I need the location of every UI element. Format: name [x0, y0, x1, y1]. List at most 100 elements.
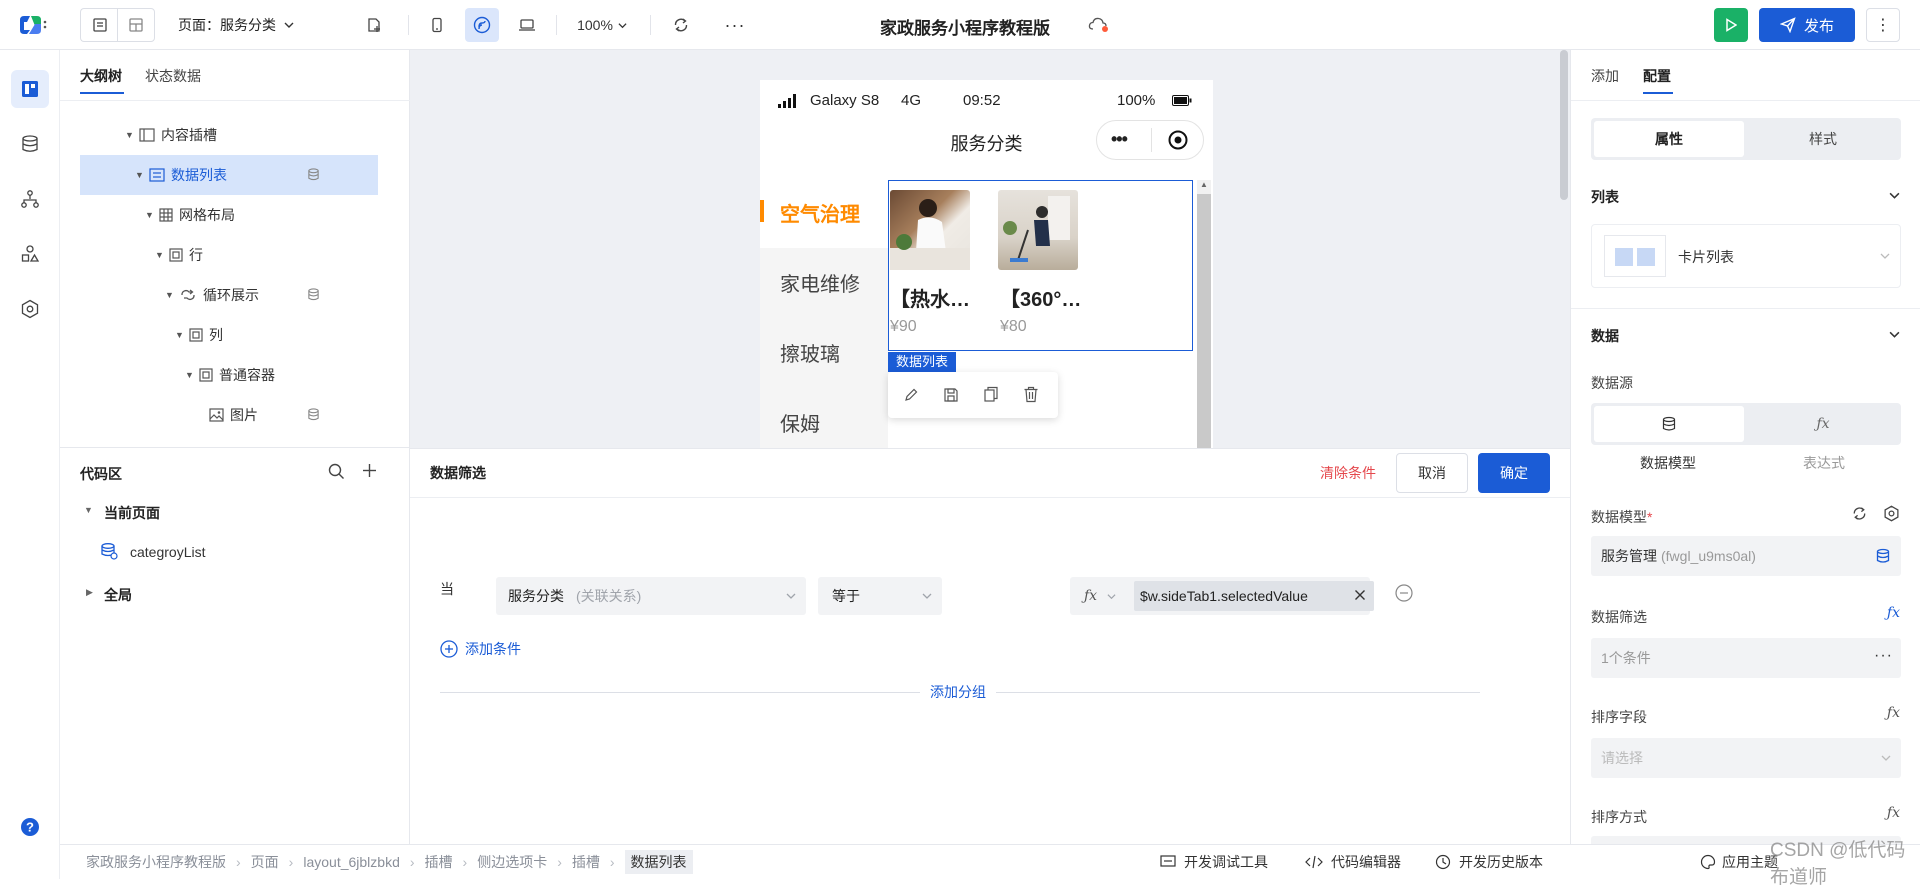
copy-icon[interactable] — [983, 386, 999, 403]
list-type-select[interactable]: 卡片列表 — [1591, 224, 1901, 288]
code-item-categroylist[interactable]: categroyList — [130, 544, 205, 560]
loop-icon — [179, 288, 197, 302]
outline-panel-icon[interactable] — [11, 70, 49, 108]
breadcrumb-item[interactable]: 侧边选项卡 — [477, 852, 547, 872]
tab-config[interactable]: 配置 — [1643, 66, 1671, 86]
condition-field-select[interactable]: 服务分类 (关联关系) — [496, 577, 806, 615]
add-condition-button[interactable]: 添加条件 — [440, 639, 521, 659]
datasource-model-option[interactable] — [1594, 406, 1744, 442]
code-editor-button[interactable]: 代码编辑器 — [1305, 852, 1401, 872]
refresh-icon[interactable] — [1851, 505, 1868, 522]
tree-node-data-list[interactable]: ▼ 数据列表 — [80, 155, 378, 195]
components-icon[interactable] — [11, 235, 49, 273]
tree-node-loop[interactable]: ▼ 循环展示 — [80, 275, 378, 315]
side-tab-active[interactable]: 空气治理 — [760, 178, 888, 248]
history-button[interactable]: 开发历史版本 — [1435, 852, 1543, 872]
add-group-button[interactable]: 添加分组 — [920, 682, 996, 702]
caret-right-icon[interactable]: ▶ — [86, 587, 93, 598]
tree-node-container[interactable]: ▼ 普通容器 — [80, 355, 378, 395]
card-image[interactable] — [890, 190, 970, 270]
fx-icon[interactable]: ƒx — [1887, 805, 1900, 821]
outline-view-icon[interactable] — [80, 8, 118, 42]
publish-button[interactable]: 发布 — [1759, 8, 1855, 42]
more-icon[interactable]: ··· — [1874, 647, 1893, 665]
add-icon[interactable] — [362, 463, 377, 478]
breadcrumb-item[interactable]: 家政服务小程序教程版 — [86, 852, 226, 872]
breadcrumb-item[interactable]: 页面 — [251, 852, 279, 872]
debug-tools-button[interactable]: 开发调试工具 — [1160, 852, 1268, 872]
zoom-value: 100% — [577, 17, 613, 33]
side-tab-window-cleaning[interactable]: 擦玻璃 — [780, 338, 840, 367]
tree-node-column[interactable]: ▼ 列 — [80, 315, 378, 355]
tree-node-content-slot[interactable]: ▼ 内容插槽 — [80, 115, 378, 155]
fx-icon[interactable]: ƒx — [1084, 588, 1097, 604]
tab-add[interactable]: 添加 — [1591, 66, 1619, 86]
app-theme-button[interactable]: 应用主题 — [1700, 852, 1778, 872]
condition-operator-select[interactable]: 等于 — [818, 577, 942, 615]
seg-style[interactable]: 样式 — [1748, 121, 1898, 157]
data-section-title[interactable]: 数据 — [1591, 326, 1619, 346]
settings-hex-icon[interactable] — [1883, 505, 1900, 522]
capsule-menu[interactable]: ••• — [1096, 120, 1204, 160]
more-dots-icon[interactable]: ••• — [1111, 129, 1128, 150]
status-time: 09:52 — [963, 92, 1001, 109]
caret-down-icon: ▼ — [145, 210, 154, 220]
tab-outline-tree[interactable]: 大纲树 — [80, 66, 122, 86]
zoom-select[interactable]: 100% — [570, 8, 634, 42]
chevron-down-icon[interactable] — [1889, 329, 1900, 340]
confirm-button[interactable]: 确定 — [1478, 453, 1550, 493]
tab-state-data[interactable]: 状态数据 — [145, 66, 201, 86]
settings-hex-icon[interactable] — [11, 290, 49, 328]
card-image[interactable] — [998, 190, 1078, 270]
breadcrumb-item[interactable]: 插槽 — [425, 852, 453, 872]
breadcrumb-item[interactable]: 插槽 — [572, 852, 600, 872]
caret-down-icon[interactable]: ▼ — [84, 505, 93, 515]
more-menu-button[interactable]: ⋮ — [1866, 8, 1900, 42]
delete-icon[interactable] — [1023, 386, 1039, 403]
breadcrumb-item[interactable]: layout_6jblzbkd — [303, 854, 400, 870]
page-selector[interactable]: 页面：服务分类 — [178, 8, 318, 42]
tree-node-image[interactable]: 图片 — [80, 395, 378, 435]
help-icon[interactable]: ? — [11, 808, 49, 846]
preview-run-button[interactable] — [1714, 8, 1748, 42]
phone-scrollbar[interactable]: ▲ — [1197, 180, 1211, 448]
global-group[interactable]: 全局 — [104, 585, 132, 605]
search-icon[interactable] — [328, 463, 345, 480]
app-logo-icon[interactable] — [18, 14, 48, 36]
tree-node-row[interactable]: ▼ 行 — [80, 235, 378, 275]
side-tab-nanny[interactable]: 保姆 — [780, 408, 820, 437]
database-icon[interactable] — [11, 125, 49, 163]
expression-tag[interactable]: $w.sideTab1.selectedValue — [1134, 581, 1374, 611]
condition-value-field[interactable]: ƒx $w.sideTab1.selectedValue — [1070, 577, 1374, 615]
layout-view-icon[interactable] — [117, 8, 155, 42]
database-icon[interactable] — [1875, 548, 1891, 564]
close-icon[interactable] — [1354, 589, 1366, 601]
edit-icon[interactable] — [903, 387, 919, 403]
tree-node-grid-layout[interactable]: ▼ 网格布局 — [80, 195, 378, 235]
fx-icon[interactable]: ƒx — [1887, 605, 1900, 621]
canvas-scrollbar[interactable] — [1560, 50, 1568, 200]
workflow-icon[interactable] — [11, 180, 49, 218]
remove-condition-icon[interactable] — [1395, 584, 1413, 602]
fx-icon[interactable]: ƒx — [1887, 705, 1900, 721]
chevron-down-icon[interactable] — [1889, 190, 1900, 201]
datasource-expression-option[interactable]: ƒx — [1748, 406, 1898, 442]
miniprogram-device-icon[interactable] — [465, 8, 499, 42]
close-target-icon[interactable] — [1167, 129, 1189, 151]
side-tab-appliance-repair[interactable]: 家电维修 — [780, 268, 860, 297]
more-icon[interactable]: ··· — [718, 8, 752, 42]
current-page-group[interactable]: 当前页面 — [104, 503, 160, 523]
mobile-device-icon[interactable] — [420, 8, 454, 42]
clear-conditions-button[interactable]: 清除条件 — [1320, 463, 1376, 483]
data-filter-field[interactable]: 1个条件 ··· — [1591, 638, 1901, 678]
list-section-title[interactable]: 列表 — [1591, 187, 1619, 207]
cancel-button[interactable]: 取消 — [1396, 453, 1468, 493]
sort-field-select[interactable]: 请选择 — [1591, 738, 1901, 778]
save-icon[interactable] — [943, 387, 959, 403]
breadcrumb-current[interactable]: 数据列表 — [624, 850, 693, 874]
refresh-icon[interactable] — [664, 8, 698, 42]
seg-properties[interactable]: 属性 — [1594, 121, 1744, 157]
desktop-device-icon[interactable] — [510, 8, 544, 42]
data-model-select[interactable]: 服务管理 (fwgl_u9ms0al) — [1591, 536, 1901, 576]
add-page-icon[interactable] — [357, 8, 391, 42]
